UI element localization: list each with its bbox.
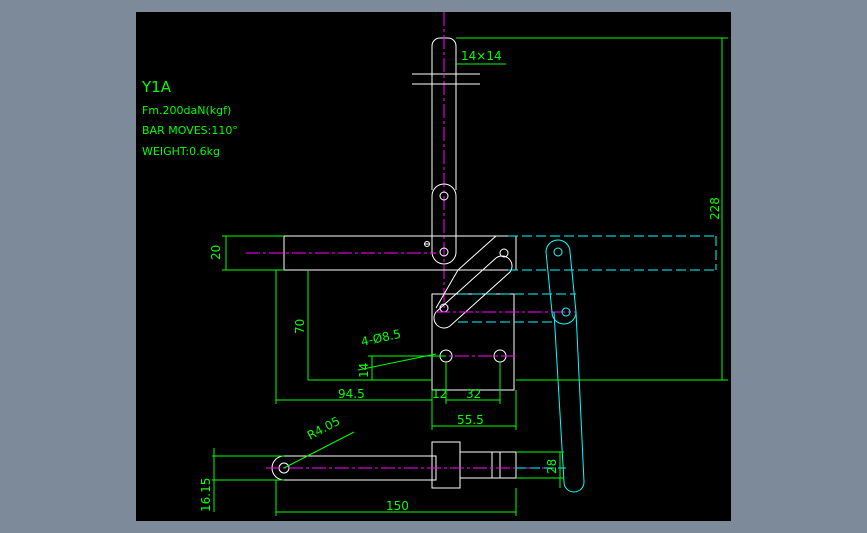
svg-text:12: 12 [432,387,447,401]
dim-14x14: 14×14 [456,49,506,65]
cad-drawing: Y1A Fm.200daN(kgf) BAR MOVES:110° WEIGHT… [141,12,728,516]
spec-force: Fm.200daN(kgf) [142,104,231,117]
plan-view [266,441,566,489]
dim-28: 28 [516,451,564,488]
dim-14: 14 [357,355,446,380]
svg-text:R4.05: R4.05 [305,414,343,443]
svg-text:150: 150 [386,499,409,513]
drawing-canvas: Y1A Fm.200daN(kgf) BAR MOVES:110° WEIGHT… [136,12,731,521]
dim-r4-05: R4.05 [283,414,355,469]
svg-text:28: 28 [545,459,559,474]
spec-weight: WEIGHT:0.6kg [142,145,220,158]
spec-bar-moves: BAR MOVES:110° [142,124,238,137]
dim-32: 32 [446,362,501,404]
svg-text:16.15: 16.15 [199,478,213,512]
svg-text:20: 20 [209,245,223,260]
svg-text:55.5: 55.5 [457,413,484,427]
svg-text:70: 70 [293,319,307,334]
model-title: Y1A [141,78,172,96]
upper-link [424,183,457,265]
dim-150: 150 [275,480,517,516]
svg-text:14: 14 [357,363,371,378]
svg-text:32: 32 [466,387,481,401]
svg-text:14×14: 14×14 [461,49,502,63]
dim-16-15: 16.15 [199,448,284,512]
clamp-bar [246,235,517,309]
base-plate [431,255,516,391]
dim-12: 12 [431,362,447,404]
svg-text:94.5: 94.5 [338,387,365,401]
svg-text:228: 228 [708,197,722,220]
svg-text:4-Ø8.5: 4-Ø8.5 [360,327,403,349]
dim-94-5: 94.5 [275,270,432,404]
dim-228: 228 [456,37,728,381]
